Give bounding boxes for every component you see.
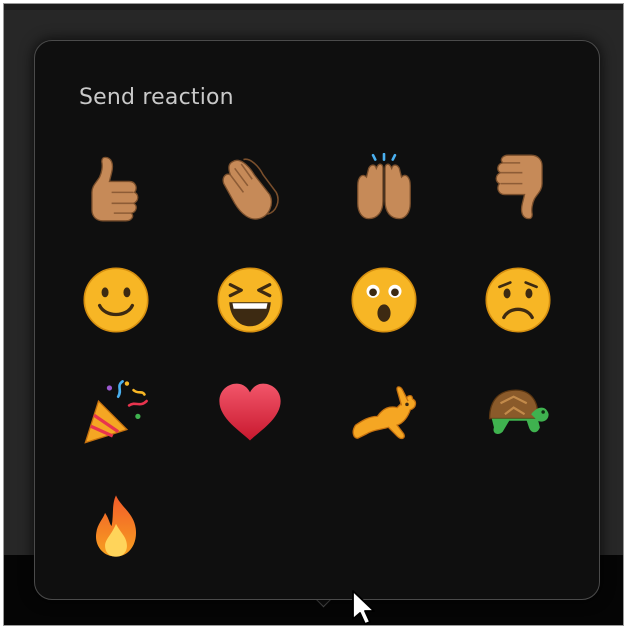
reaction-smile-button[interactable] <box>76 260 156 340</box>
reaction-fire-button[interactable] <box>76 486 156 566</box>
reaction-sad-button[interactable] <box>478 260 558 340</box>
thumbs-down-icon <box>495 154 543 220</box>
reaction-laugh-button[interactable] <box>210 260 290 340</box>
frowning-face-icon <box>485 267 551 333</box>
smiling-face-icon <box>83 267 149 333</box>
laughing-face-icon <box>217 267 283 333</box>
red-heart-icon <box>219 383 281 441</box>
reaction-party-button[interactable] <box>76 372 156 452</box>
fire-icon <box>95 495 137 557</box>
surprised-face-icon <box>351 267 417 333</box>
reaction-surprised-button[interactable] <box>344 260 424 340</box>
popup-title: Send reaction <box>79 85 234 110</box>
reaction-slow-down-button[interactable] <box>478 372 558 452</box>
turtle-icon <box>488 389 549 434</box>
clapping-hands-icon <box>222 158 279 220</box>
window-top-strip <box>4 4 623 10</box>
reaction-like-button[interactable] <box>76 148 156 228</box>
party-popper-icon <box>84 380 148 444</box>
reaction-celebrate-button[interactable] <box>344 148 424 228</box>
thumbs-up-icon <box>91 156 139 222</box>
reaction-dislike-button[interactable] <box>478 148 558 228</box>
raised-hands-icon <box>357 153 411 220</box>
send-reaction-popup: Send reaction <box>34 40 600 600</box>
rabbit-icon <box>352 386 417 440</box>
reaction-speed-up-button[interactable] <box>344 372 424 452</box>
reaction-clap-button[interactable] <box>210 148 290 228</box>
reaction-love-button[interactable] <box>210 372 290 452</box>
mouse-cursor-icon <box>352 590 375 625</box>
